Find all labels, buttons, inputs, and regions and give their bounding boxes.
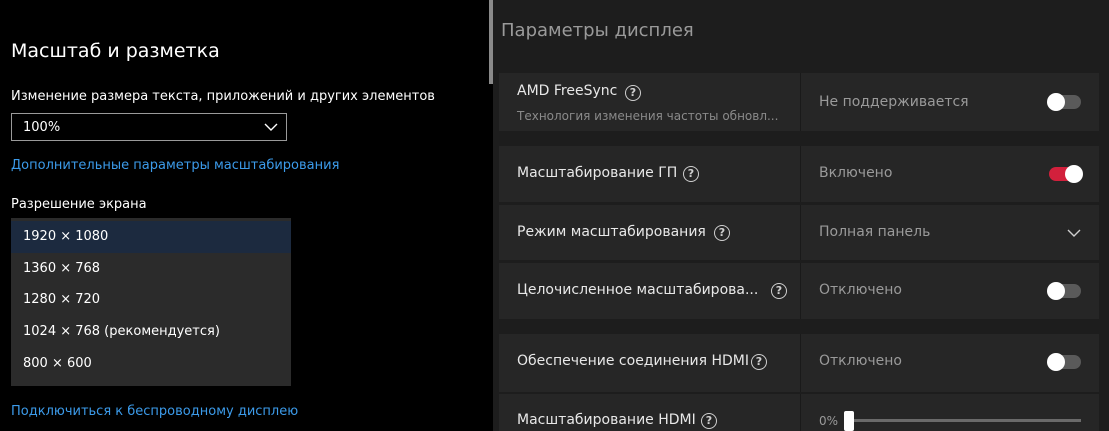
freesync-row: AMD FreeSync ? Технология изменения част… (499, 73, 1099, 131)
scaling-mode-dropdown[interactable]: Полная панель (800, 205, 1099, 260)
scaling-mode-label: Режим масштабирования (517, 224, 706, 240)
integer-scaling-row: Целочисленное масштабирова... ? Отключен… (499, 263, 1099, 319)
integer-scaling-label: Целочисленное масштабирова... (517, 282, 759, 298)
integer-scaling-value: Отключено (819, 282, 902, 298)
hdmi-link-toggle[interactable] (1047, 353, 1081, 371)
help-icon[interactable]: ? (751, 354, 767, 370)
gpu-scaling-toggle[interactable] (1049, 165, 1083, 183)
slider-thumb[interactable] (844, 411, 854, 431)
resolution-option[interactable]: 1024 × 768 (рекомендуется) (11, 316, 291, 348)
resolution-label: Разрешение экрана (11, 197, 147, 212)
help-icon[interactable]: ? (771, 283, 787, 299)
scale-label: Изменение размера текста, приложений и д… (11, 89, 435, 104)
section-title: Масштаб и разметка (11, 40, 220, 62)
help-icon[interactable]: ? (625, 85, 641, 101)
resolution-option[interactable]: 1280 × 720 (11, 284, 291, 316)
toggle-knob (1047, 353, 1065, 371)
hdmi-link-value: Отключено (819, 353, 902, 369)
toggle-knob (1047, 93, 1065, 111)
toggle-knob (1047, 282, 1065, 300)
help-icon[interactable]: ? (701, 413, 717, 429)
freesync-sublabel: Технология изменения частоты обновл... (517, 109, 779, 123)
resolution-list: 1920 × 1080 1360 × 768 1280 × 720 1024 ×… (11, 218, 291, 386)
hdmi-scaling-row: Масштабирование HDMI ? 0% (499, 394, 1099, 431)
gpu-scaling-value: Включено (819, 165, 893, 181)
wireless-display-link[interactable]: Подключиться к беспроводному дисплею (11, 404, 298, 419)
hdmi-scaling-label: Масштабирование HDMI (517, 412, 696, 428)
chevron-down-icon (264, 123, 278, 131)
freesync-value: Не поддерживается (819, 94, 969, 110)
freesync-label: AMD FreeSync (517, 83, 618, 99)
windows-settings-panel: Масштаб и разметка Изменение размера тек… (0, 0, 493, 431)
advanced-scaling-link[interactable]: Дополнительные параметры масштабирования (11, 158, 339, 173)
amd-section-title: Параметры дисплея (501, 20, 694, 41)
freesync-toggle[interactable] (1047, 93, 1081, 111)
toggle-knob (1065, 165, 1083, 183)
help-icon[interactable]: ? (714, 225, 730, 241)
hdmi-scaling-value: 0% (819, 414, 839, 428)
integer-scaling-toggle[interactable] (1047, 282, 1081, 300)
gpu-scaling-row: Масштабирование ГП ? Включено (499, 146, 1099, 202)
help-icon[interactable]: ? (683, 166, 699, 182)
resolution-option[interactable]: 800 × 600 (11, 348, 291, 380)
chevron-down-icon (1067, 229, 1081, 237)
scale-dropdown[interactable]: 100% (11, 113, 287, 141)
scale-value: 100% (23, 120, 61, 135)
amd-display-panel: Параметры дисплея AMD FreeSync ? Техноло… (493, 0, 1109, 431)
resolution-option[interactable]: 1920 × 1080 (11, 221, 291, 253)
scaling-mode-value: Полная панель (819, 224, 931, 240)
hdmi-link-row: Обеспечение соединения HDMI ? Отключено (499, 334, 1099, 392)
hdmi-link-label: Обеспечение соединения HDMI (517, 353, 749, 369)
resolution-option[interactable]: 1360 × 768 (11, 253, 291, 285)
hdmi-scaling-slider[interactable] (844, 411, 1081, 431)
gpu-scaling-label: Масштабирование ГП (517, 165, 678, 181)
scaling-mode-row: Режим масштабирования ? Полная панель (499, 205, 1099, 260)
